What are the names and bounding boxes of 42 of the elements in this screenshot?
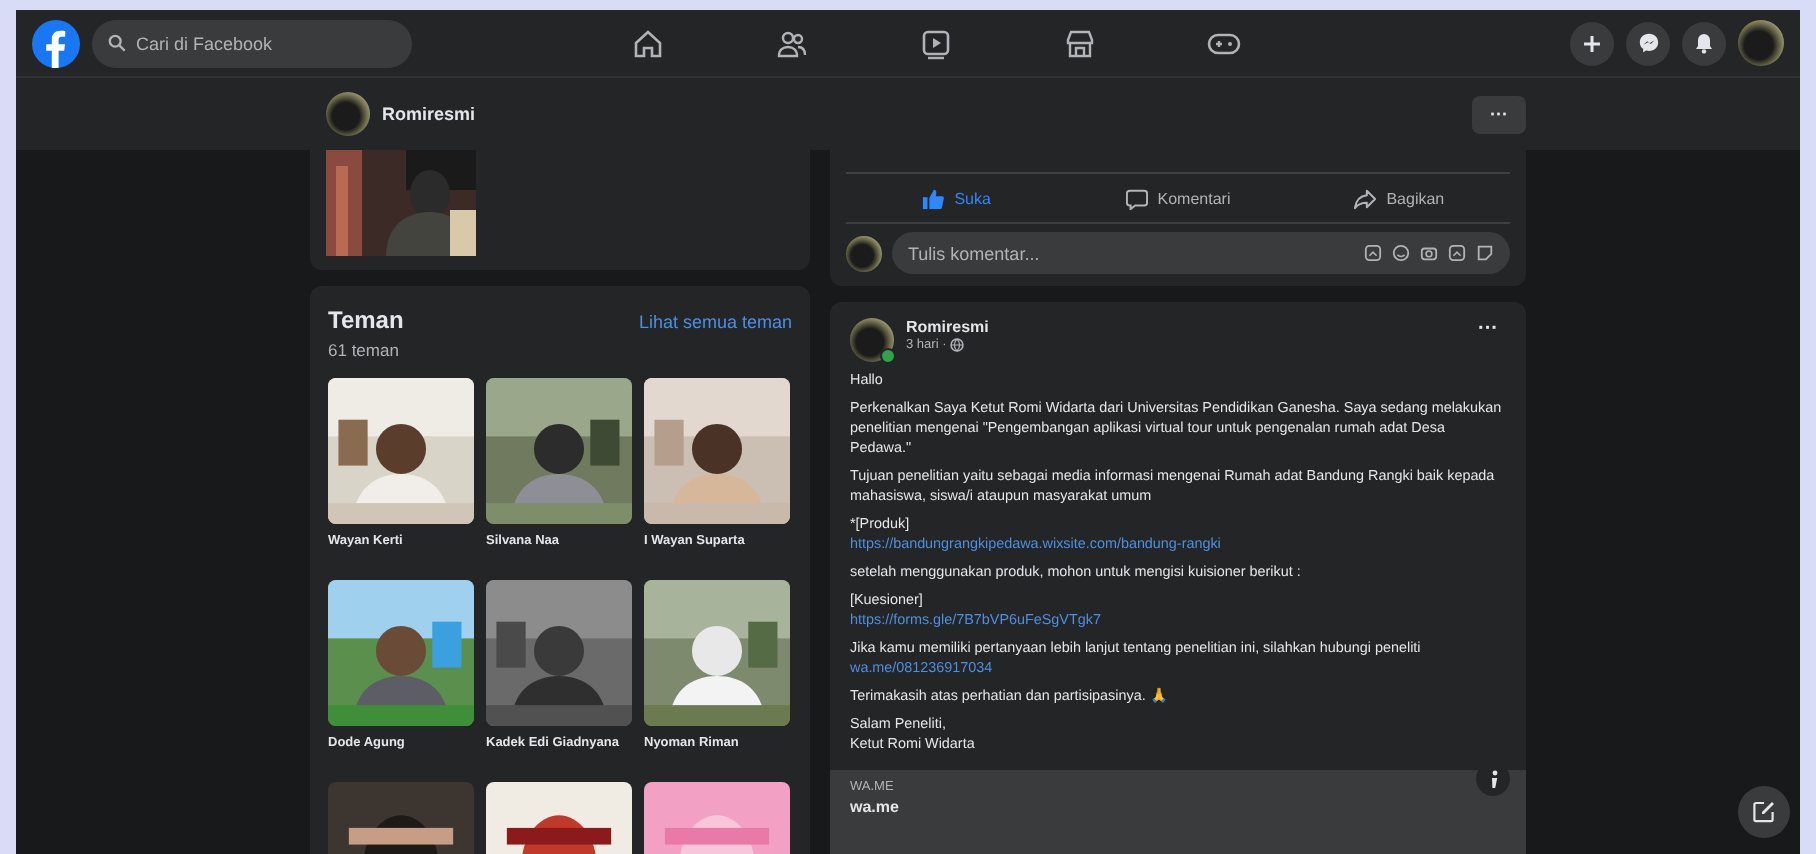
globe-icon — [950, 338, 965, 352]
post-action-button[interactable]: Suka — [846, 178, 1068, 218]
see-all-friends-link[interactable]: Lihat semua teman — [638, 312, 792, 332]
link-title: wa.me — [850, 798, 901, 816]
share-arrow-icon — [1354, 187, 1377, 209]
smiley-icon[interactable] — [1392, 244, 1410, 262]
post-options-button[interactable]: ··· — [1470, 318, 1506, 340]
author-name[interactable]: Romiresmi — [906, 318, 989, 336]
user-avatar — [846, 235, 882, 271]
facebook-logo-icon[interactable] — [32, 19, 80, 67]
search-bar[interactable]: Cari di Facebook — [92, 19, 412, 67]
more-options-button[interactable]: ··· — [1472, 95, 1526, 133]
plus-icon — [1582, 33, 1602, 53]
profile-name: Romiresmi — [382, 104, 476, 124]
people-icon[interactable] — [776, 27, 808, 59]
camera-icon[interactable] — [1420, 244, 1438, 262]
friends-title: Teman — [328, 306, 404, 334]
new-message-button[interactable] — [1738, 786, 1790, 838]
compose-icon — [1752, 800, 1776, 824]
messenger-icon — [1637, 32, 1659, 54]
search-icon — [108, 34, 126, 52]
speech-bubble-icon — [1125, 187, 1148, 209]
shop-icon[interactable] — [1064, 27, 1096, 59]
post-action-button[interactable]: Bagikan — [1288, 178, 1511, 218]
messenger-button[interactable] — [1626, 21, 1670, 65]
bell-icon — [1694, 32, 1714, 54]
sticker-icon[interactable] — [1476, 244, 1494, 262]
notifications-button[interactable] — [1682, 21, 1726, 65]
home-icon[interactable] — [632, 27, 664, 59]
video-icon[interactable] — [920, 27, 952, 59]
author-avatar[interactable] — [850, 318, 894, 362]
account-avatar[interactable] — [1738, 20, 1784, 66]
friends-count: 61 teman — [328, 340, 401, 360]
comment-box[interactable]: Tulis komentar... — [892, 232, 1510, 274]
thumbs-up-icon — [922, 187, 945, 209]
search-field[interactable]: Cari di Facebook — [136, 19, 396, 67]
create-button[interactable] — [1570, 21, 1614, 65]
image-icon[interactable] — [1364, 244, 1382, 262]
post-action-button[interactable]: Komentari — [1067, 178, 1289, 218]
profile-avatar — [326, 92, 370, 136]
comment-field[interactable]: Tulis komentar... — [908, 232, 1364, 274]
image-icon[interactable] — [1448, 244, 1466, 262]
